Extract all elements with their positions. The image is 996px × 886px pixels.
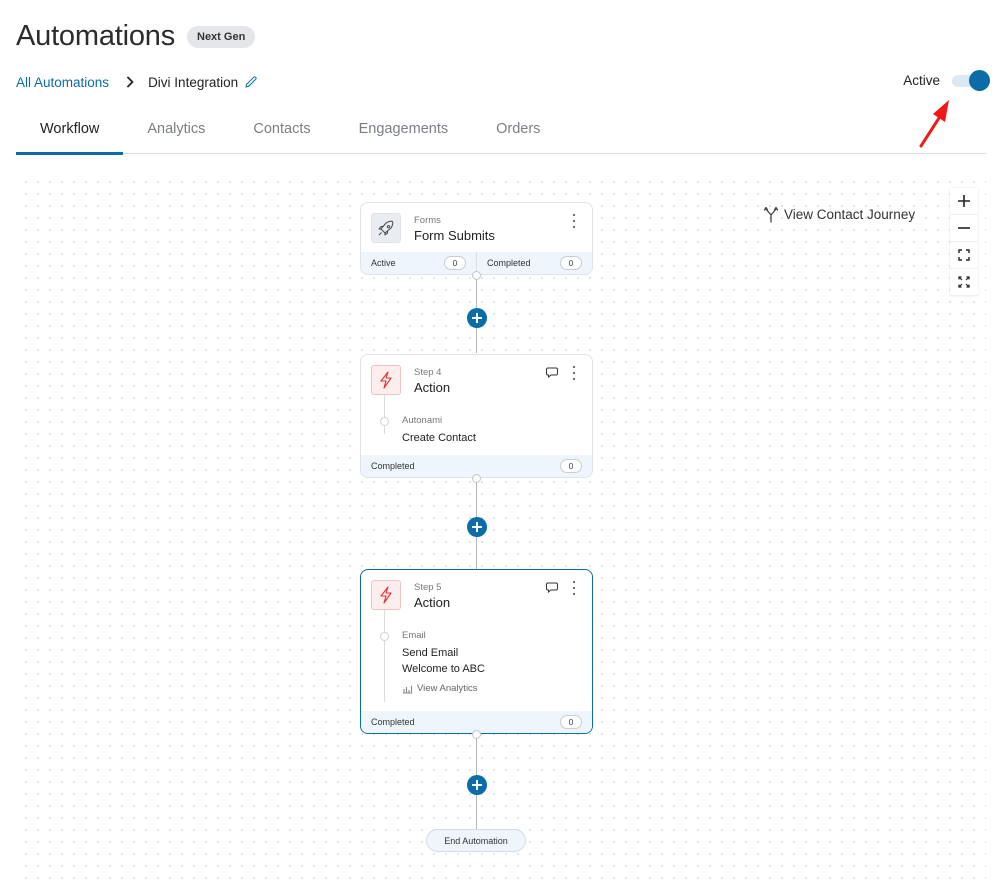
add-step-button[interactable] <box>467 775 487 795</box>
stat-label: Completed <box>371 717 415 727</box>
stat-label: Completed <box>487 258 531 268</box>
zoom-out-icon <box>958 227 970 229</box>
tab-engagements[interactable]: Engagements <box>335 104 472 153</box>
node-header: Step 5 Action <box>361 570 592 622</box>
trigger-node[interactable]: Forms Form Submits Active 0 Completed 0 <box>360 202 593 275</box>
node-port <box>472 474 481 483</box>
step-number: Step 4 <box>414 367 442 378</box>
trigger-title: Form Submits <box>414 228 495 243</box>
stat-count[interactable]: 0 <box>560 459 582 473</box>
lightning-icon <box>371 580 401 610</box>
stat-label: Completed <box>371 461 415 471</box>
timeline-dot <box>380 632 389 641</box>
fullscreen-icon <box>958 276 970 288</box>
comment-icon[interactable] <box>546 582 558 593</box>
breadcrumb-all-automations[interactable]: All Automations <box>16 75 109 90</box>
view-analytics-label: View Analytics <box>417 683 478 694</box>
node-header: Forms Form Submits <box>361 203 592 255</box>
add-step-button[interactable] <box>467 517 487 537</box>
action-node-step-4[interactable]: Step 4 Action Autonami Create Contact Co… <box>360 354 593 478</box>
action-name: Send Email <box>402 647 459 659</box>
zoom-in-button[interactable] <box>950 188 978 215</box>
action-name: Create Contact <box>402 432 476 444</box>
breadcrumb: All Automations Divi Integration <box>16 74 258 90</box>
step-title: Action <box>414 595 451 610</box>
contact-journey-label: View Contact Journey <box>784 206 916 222</box>
action-category: Autonami <box>402 415 443 426</box>
action-node-step-5[interactable]: Step 5 Action Email Send Email Welcome t… <box>360 569 593 734</box>
zoom-controls <box>950 188 978 296</box>
timeline-line <box>384 610 385 702</box>
pencil-icon[interactable] <box>244 75 258 89</box>
more-options-icon[interactable] <box>570 366 578 380</box>
plus-icon <box>472 313 482 323</box>
node-body: Autonami Create Contact <box>361 395 592 444</box>
timeline-dot <box>380 417 389 426</box>
trigger-category: Forms <box>414 215 441 226</box>
timeline-line <box>384 395 385 434</box>
comment-icon[interactable] <box>546 367 558 378</box>
plus-icon <box>472 522 482 532</box>
fit-screen-button[interactable] <box>950 242 978 269</box>
email-subject: Welcome to ABC <box>402 663 485 675</box>
step-number: Step 5 <box>414 582 442 593</box>
tab-bar: Workflow Analytics Contacts Engagements … <box>16 104 986 155</box>
more-options-icon[interactable] <box>570 214 578 228</box>
view-analytics-link[interactable]: View Analytics <box>402 683 592 694</box>
node-header: Step 4 Action <box>361 355 592 407</box>
node-port <box>472 730 481 739</box>
more-options-icon[interactable] <box>570 581 578 595</box>
stat-completed: Completed 0 <box>476 252 592 274</box>
view-contact-journey-button[interactable]: View Contact Journey <box>763 205 915 223</box>
breadcrumb-current: Divi Integration <box>148 74 239 90</box>
next-gen-badge: Next Gen <box>187 25 256 48</box>
stat-count[interactable]: 0 <box>560 715 582 729</box>
node-body: Email Send Email Welcome to ABC View Ana… <box>361 610 592 702</box>
active-toggle[interactable] <box>952 70 990 91</box>
toggle-knob <box>969 70 990 91</box>
stat-count[interactable]: 0 <box>560 256 582 270</box>
end-automation-node[interactable]: End Automation <box>426 829 526 852</box>
tab-contacts[interactable]: Contacts <box>229 104 334 153</box>
tab-orders[interactable]: Orders <box>472 104 564 153</box>
fullscreen-button[interactable] <box>950 269 978 296</box>
step-title: Action <box>414 380 451 395</box>
add-step-button[interactable] <box>467 308 487 328</box>
stat-active: Active 0 <box>361 252 476 274</box>
workflow-canvas[interactable] <box>16 172 986 886</box>
stat-label: Active <box>371 258 396 268</box>
automation-status: Active <box>903 70 990 91</box>
journey-branch-icon <box>763 205 779 223</box>
zoom-out-button[interactable] <box>950 215 978 242</box>
plus-icon <box>472 780 482 790</box>
action-category: Email <box>402 630 426 641</box>
lightning-icon <box>371 365 401 395</box>
node-port <box>472 271 481 280</box>
stat-count[interactable]: 0 <box>444 256 466 270</box>
chevron-right-icon <box>122 74 138 90</box>
zoom-in-icon <box>958 195 970 207</box>
tab-analytics[interactable]: Analytics <box>123 104 229 153</box>
rocket-icon <box>371 213 401 243</box>
status-label: Active <box>903 72 940 88</box>
page-header: Automations Next Gen <box>16 20 256 53</box>
fit-screen-icon <box>958 249 970 261</box>
page-title: Automations <box>16 20 175 52</box>
analytics-icon <box>402 684 413 694</box>
tab-workflow[interactable]: Workflow <box>16 104 124 155</box>
